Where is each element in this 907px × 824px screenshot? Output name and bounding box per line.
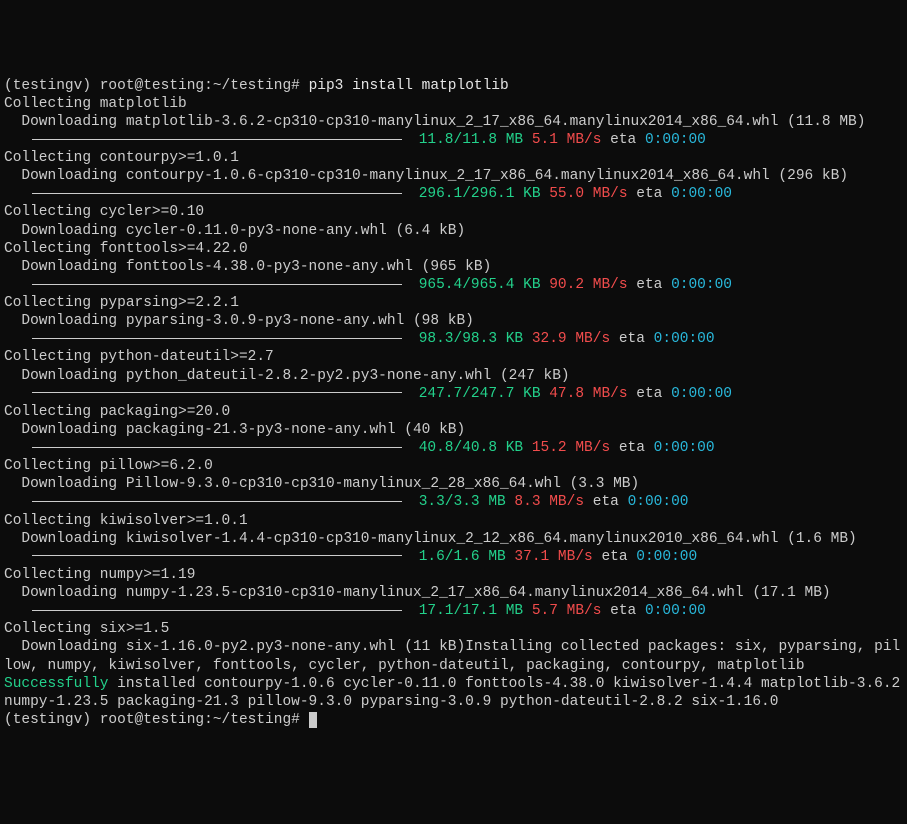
prompt-line: (testingv) root@testing:~/testing# pip3 … — [4, 78, 509, 94]
collecting-line: Collecting pyparsing>=2.2.1 — [4, 295, 239, 311]
collecting-line: Collecting fonttools>=4.22.0 — [4, 241, 248, 257]
progress-speed: 47.8 MB/s — [549, 386, 627, 402]
downloading-line: Downloading cycler-0.11.0-py3-none-any.w… — [4, 223, 465, 239]
collecting-line: Collecting packaging>=20.0 — [4, 404, 230, 420]
eta-value: 0:00:00 — [671, 277, 732, 293]
progress-speed: 55.0 MB/s — [549, 186, 627, 202]
eta-value: 0:00:00 — [671, 186, 732, 202]
progress-size: 247.7/247.7 KB — [419, 386, 541, 402]
progress-bar-icon — [32, 610, 402, 611]
progress-size: 98.3/98.3 KB — [419, 331, 523, 347]
venv-name: (testingv) — [4, 712, 100, 728]
progress-line: 3.3/3.3 MB 8.3 MB/s eta 0:00:00 — [4, 494, 688, 510]
collecting-line: Collecting pillow>=6.2.0 — [4, 458, 213, 474]
eta-label: eta — [636, 277, 662, 293]
eta-value: 0:00:00 — [671, 386, 732, 402]
eta-label: eta — [619, 440, 645, 456]
progress-speed: 90.2 MB/s — [549, 277, 627, 293]
collecting-line: Collecting kiwisolver>=1.0.1 — [4, 513, 248, 529]
progress-bar-icon — [32, 139, 402, 140]
collecting-line: Collecting matplotlib — [4, 96, 187, 112]
eta-value: 0:00:00 — [654, 331, 715, 347]
progress-bar-icon — [32, 284, 402, 285]
collecting-line: Collecting contourpy>=1.0.1 — [4, 150, 239, 166]
progress-size: 17.1/17.1 MB — [419, 603, 523, 619]
downloading-line: Downloading six-1.16.0-py2.py3-none-any.… — [4, 639, 465, 655]
progress-size: 3.3/3.3 MB — [419, 494, 506, 510]
progress-line: 98.3/98.3 KB 32.9 MB/s eta 0:00:00 — [4, 331, 715, 347]
cwd-path: :~/testing# — [204, 712, 308, 728]
collecting-line: Collecting cycler>=0.10 — [4, 204, 204, 220]
user-host: root@testing — [100, 712, 204, 728]
downloading-line: Downloading kiwisolver-1.4.4-cp310-cp310… — [4, 531, 857, 547]
cursor-icon — [309, 712, 317, 728]
eta-value: 0:00:00 — [645, 603, 706, 619]
progress-bar-icon — [32, 555, 402, 556]
eta-label: eta — [601, 549, 627, 565]
venv-name: (testingv) — [4, 78, 100, 94]
progress-size: 40.8/40.8 KB — [419, 440, 523, 456]
collecting-line: Collecting numpy>=1.19 — [4, 567, 195, 583]
terminal-output[interactable]: (testingv) root@testing:~/testing# pip3 … — [4, 77, 903, 730]
progress-speed: 15.2 MB/s — [532, 440, 610, 456]
cwd-path: :~/testing# — [204, 78, 308, 94]
downloading-line: Downloading packaging-21.3-py3-none-any.… — [4, 422, 465, 438]
eta-label: eta — [610, 132, 636, 148]
eta-label: eta — [636, 386, 662, 402]
progress-size: 11.8/11.8 MB — [419, 132, 523, 148]
downloading-line: Downloading python_dateutil-2.8.2-py2.py… — [4, 368, 570, 384]
eta-value: 0:00:00 — [645, 132, 706, 148]
progress-bar-icon — [32, 501, 402, 502]
progress-line: 40.8/40.8 KB 15.2 MB/s eta 0:00:00 — [4, 440, 715, 456]
downloading-line: Downloading numpy-1.23.5-cp310-cp310-man… — [4, 585, 831, 601]
command-text: pip3 install matplotlib — [309, 78, 509, 94]
progress-line: 11.8/11.8 MB 5.1 MB/s eta 0:00:00 — [4, 132, 706, 148]
progress-speed: 37.1 MB/s — [514, 549, 592, 565]
progress-speed: 5.7 MB/s — [532, 603, 602, 619]
progress-bar-icon — [32, 193, 402, 194]
collecting-line: Collecting python-dateutil>=2.7 — [4, 349, 274, 365]
progress-bar-icon — [32, 392, 402, 393]
progress-line: 17.1/17.1 MB 5.7 MB/s eta 0:00:00 — [4, 603, 706, 619]
downloading-line: Downloading fonttools-4.38.0-py3-none-an… — [4, 259, 491, 275]
progress-speed: 32.9 MB/s — [532, 331, 610, 347]
prompt-line: (testingv) root@testing:~/testing# — [4, 712, 317, 728]
success-word: Successfully — [4, 676, 108, 692]
collecting-line: Collecting six>=1.5 — [4, 621, 169, 637]
progress-line: 296.1/296.1 KB 55.0 MB/s eta 0:00:00 — [4, 186, 732, 202]
eta-value: 0:00:00 — [636, 549, 697, 565]
progress-size: 296.1/296.1 KB — [419, 186, 541, 202]
downloading-line: Downloading pyparsing-3.0.9-py3-none-any… — [4, 313, 474, 329]
eta-label: eta — [636, 186, 662, 202]
downloading-line: Downloading contourpy-1.0.6-cp310-cp310-… — [4, 168, 848, 184]
downloading-line: Downloading Pillow-9.3.0-cp310-cp310-man… — [4, 476, 639, 492]
progress-bar-icon — [32, 447, 402, 448]
user-host: root@testing — [100, 78, 204, 94]
eta-value: 0:00:00 — [628, 494, 689, 510]
eta-label: eta — [619, 331, 645, 347]
progress-size: 1.6/1.6 MB — [419, 549, 506, 565]
downloading-line: Downloading matplotlib-3.6.2-cp310-cp310… — [4, 114, 865, 130]
progress-line: 1.6/1.6 MB 37.1 MB/s eta 0:00:00 — [4, 549, 697, 565]
eta-value: 0:00:00 — [654, 440, 715, 456]
progress-bar-icon — [32, 338, 402, 339]
progress-speed: 8.3 MB/s — [514, 494, 584, 510]
progress-line: 965.4/965.4 KB 90.2 MB/s eta 0:00:00 — [4, 277, 732, 293]
success-line: Successfully installed contourpy-1.0.6 c… — [4, 676, 907, 710]
progress-size: 965.4/965.4 KB — [419, 277, 541, 293]
progress-line: 247.7/247.7 KB 47.8 MB/s eta 0:00:00 — [4, 386, 732, 402]
eta-label: eta — [593, 494, 619, 510]
success-rest: installed contourpy-1.0.6 cycler-0.11.0 … — [4, 676, 907, 710]
progress-speed: 5.1 MB/s — [532, 132, 602, 148]
eta-label: eta — [610, 603, 636, 619]
